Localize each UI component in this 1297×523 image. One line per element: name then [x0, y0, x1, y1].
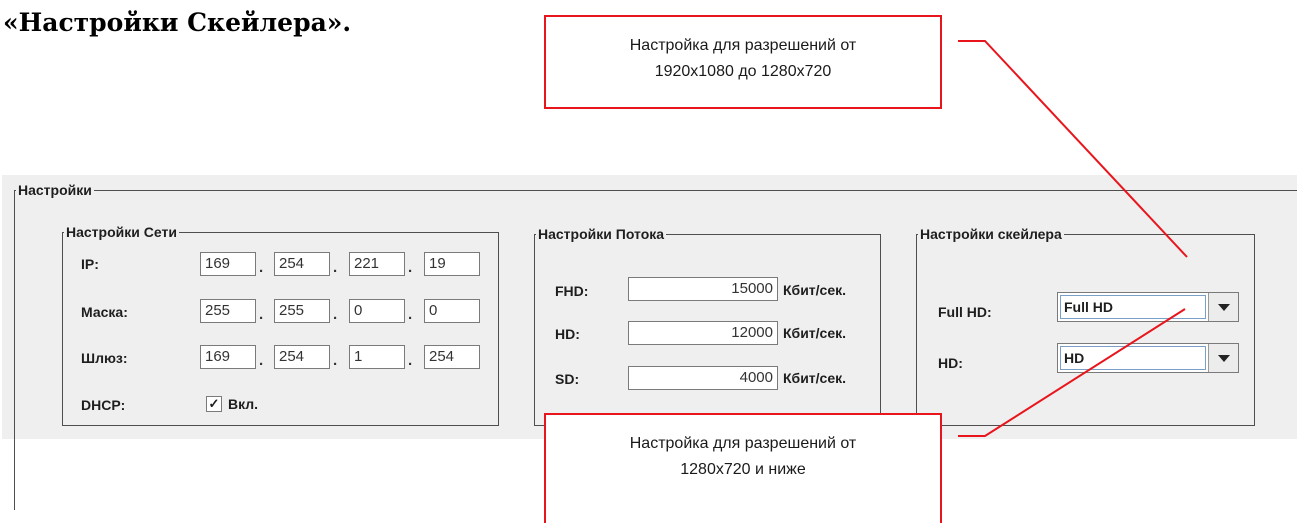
leader-line-bottom	[958, 308, 1186, 437]
callout-leader-lines	[958, 40, 1188, 437]
leader-line-top	[958, 40, 1188, 258]
